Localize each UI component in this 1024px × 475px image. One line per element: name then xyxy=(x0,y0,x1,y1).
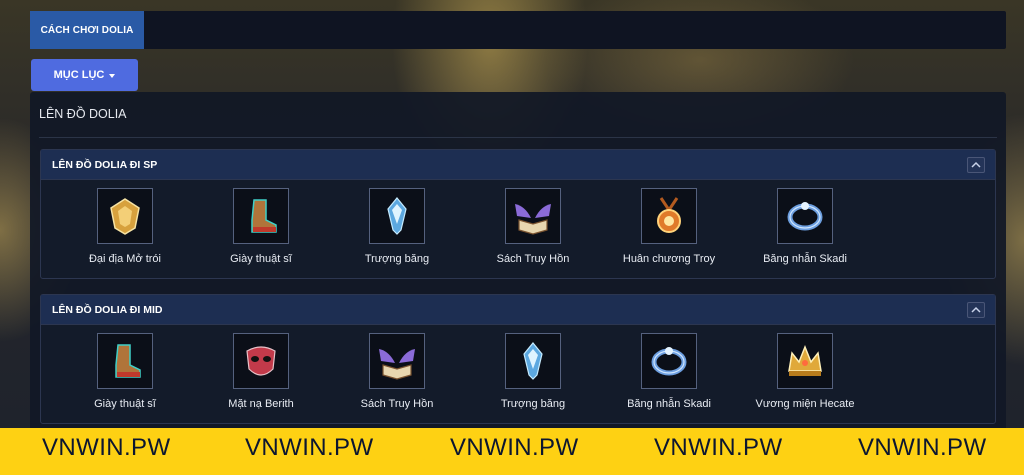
golden-shield-icon[interactable] xyxy=(97,188,153,244)
section-header: LÊN ĐỒ DOLIA ĐI SP xyxy=(41,150,995,180)
winged-book-icon[interactable] xyxy=(505,188,561,244)
tab-cach-choi-dolia[interactable]: CÁCH CHƠI DOLIA xyxy=(30,11,144,49)
item-label: Sách Truy Hồn xyxy=(360,398,434,410)
item-list: Giày thuật sĩ Mặt nạ Berith Sách Truy Hồn T… xyxy=(41,325,995,423)
item-card[interactable]: Huân chương Troy xyxy=(601,188,737,265)
ice-ring-icon[interactable] xyxy=(777,188,833,244)
collapse-button[interactable] xyxy=(967,301,985,318)
item-card[interactable]: Trượng băng xyxy=(465,333,601,410)
mask-icon[interactable] xyxy=(233,333,289,389)
watermark-text: VNWIN.PW xyxy=(654,434,783,461)
section-header: LÊN ĐỒ DOLIA ĐI MID xyxy=(41,295,995,325)
watermark-text: VNWIN.PW xyxy=(245,434,374,461)
item-label: Huân chương Troy xyxy=(622,253,716,265)
section-build-sp: LÊN ĐỒ DOLIA ĐI SP Đại địa Mở trói Giày t… xyxy=(40,149,996,279)
item-card[interactable]: Trượng băng xyxy=(329,188,465,265)
ice-staff-icon[interactable] xyxy=(505,333,561,389)
section-build-mid: LÊN ĐỒ DOLIA ĐI MID Giày thuật sĩ Mặt nạ … xyxy=(40,294,996,424)
section-title: LÊN ĐỒ DOLIA ĐI SP xyxy=(52,158,158,171)
watermark-text: VNWIN.PW xyxy=(450,434,579,461)
chevron-up-icon xyxy=(971,306,981,313)
page-title: LÊN ĐỒ DOLIA xyxy=(39,107,127,121)
boot-icon[interactable] xyxy=(97,333,153,389)
item-card[interactable]: Băng nhẫn Skadi xyxy=(601,333,737,410)
item-card[interactable]: Vương miện Hecate xyxy=(737,333,873,410)
divider xyxy=(39,137,997,138)
winged-book-icon[interactable] xyxy=(369,333,425,389)
medal-icon[interactable] xyxy=(641,188,697,244)
item-card[interactable]: Sách Truy Hồn xyxy=(329,333,465,410)
item-label: Mặt nạ Berith xyxy=(228,398,294,410)
collapse-button[interactable] xyxy=(967,156,985,173)
watermark-text: VNWIN.PW xyxy=(858,434,987,461)
menu-button-label: MỤC LỤC xyxy=(53,69,105,81)
item-card[interactable]: Đại địa Mở trói xyxy=(57,188,193,265)
top-nav-bar: CÁCH CHƠI DOLIA xyxy=(30,11,1006,49)
item-list: Đại địa Mở trói Giày thuật sĩ Trượng băng S… xyxy=(41,180,995,278)
caret-down-icon xyxy=(109,73,116,78)
watermark-banner: VNWIN.PW VNWIN.PW VNWIN.PW VNWIN.PW VNWIN.PW xyxy=(0,428,1024,475)
boot-icon[interactable] xyxy=(233,188,289,244)
item-label: Trượng băng xyxy=(364,253,430,265)
table-of-contents-button[interactable]: MỤC LỤC xyxy=(31,59,138,91)
item-label: Băng nhẫn Skadi xyxy=(627,398,711,410)
item-label: Giày thuật sĩ xyxy=(94,398,156,410)
ice-ring-icon[interactable] xyxy=(641,333,697,389)
item-label: Vương miện Hecate xyxy=(755,398,855,410)
item-label: Giày thuật sĩ xyxy=(230,253,292,265)
build-panel: LÊN ĐỒ DOLIA LÊN ĐỒ DOLIA ĐI SP Đại địa … xyxy=(30,92,1006,432)
item-label: Trượng băng xyxy=(500,398,566,410)
item-card[interactable]: Mặt nạ Berith xyxy=(193,333,329,410)
item-label: Đại địa Mở trói xyxy=(88,253,161,265)
item-card[interactable]: Giày thuật sĩ xyxy=(193,188,329,265)
item-card[interactable]: Sách Truy Hồn xyxy=(465,188,601,265)
item-label: Sách Truy Hồn xyxy=(496,253,570,265)
section-title: LÊN ĐỒ DOLIA ĐI MID xyxy=(52,303,163,316)
watermark-text: VNWIN.PW xyxy=(42,434,171,461)
item-card[interactable]: Băng nhẫn Skadi xyxy=(737,188,873,265)
item-card[interactable]: Giày thuật sĩ xyxy=(57,333,193,410)
crown-icon[interactable] xyxy=(777,333,833,389)
ice-staff-icon[interactable] xyxy=(369,188,425,244)
item-label: Băng nhẫn Skadi xyxy=(763,253,847,265)
chevron-up-icon xyxy=(971,161,981,168)
